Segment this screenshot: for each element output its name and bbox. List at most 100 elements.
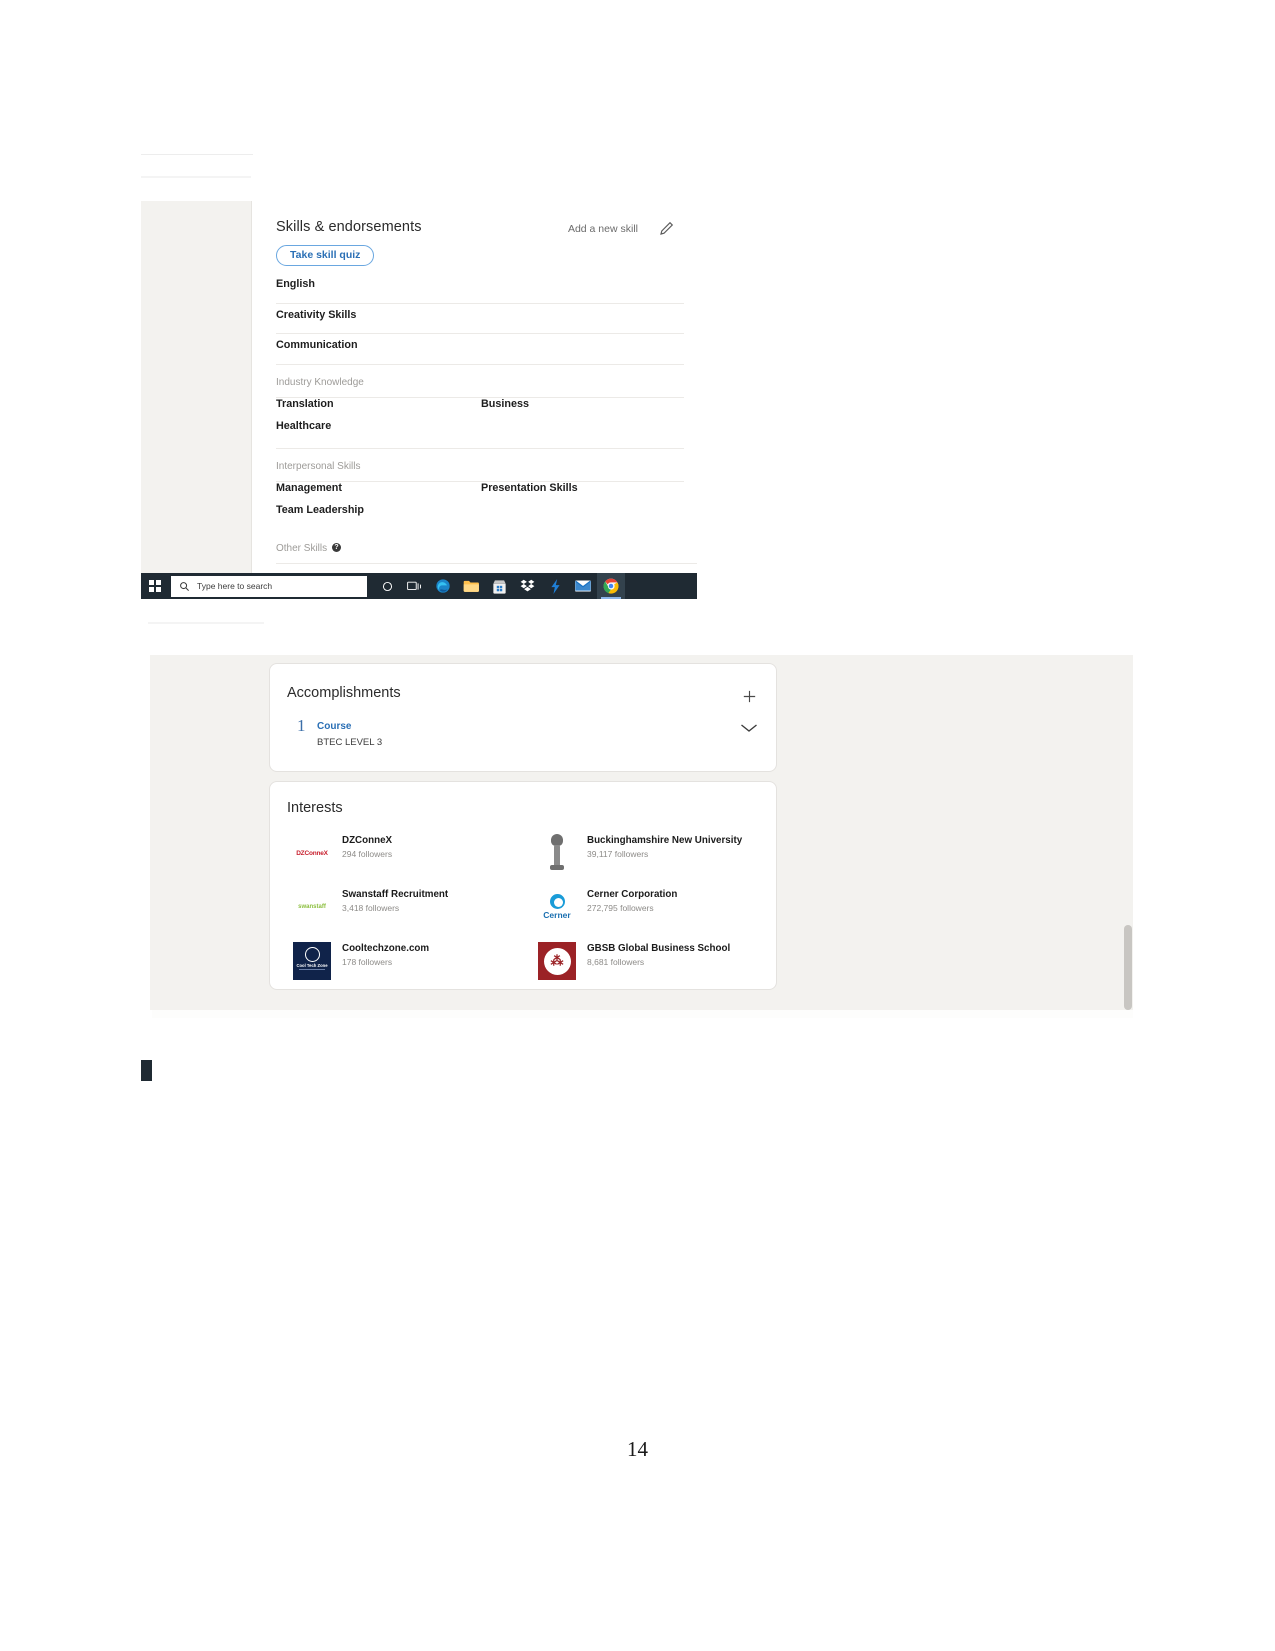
- dropbox-icon[interactable]: [513, 573, 541, 599]
- skill-group-industry-knowledge: Translation Healthcare Business: [276, 398, 684, 449]
- skill-name[interactable]: Translation: [276, 398, 334, 420]
- google-chrome-icon[interactable]: [597, 573, 625, 599]
- microsoft-edge-icon[interactable]: [429, 573, 457, 599]
- skill-group-header-industry-knowledge: Industry Knowledge: [276, 365, 684, 398]
- interest-name: DZConneX: [342, 835, 393, 846]
- interest-item[interactable]: DZConneX DZConneX 294 followers: [280, 826, 525, 880]
- gbsb-glyph: ⁂: [538, 942, 576, 980]
- accomplishments-card: Accomplishments 1 Course BTEC LEVEL 3: [269, 663, 777, 772]
- torch-glyph: [544, 834, 570, 872]
- interest-followers: 178 followers: [342, 957, 393, 967]
- accomplishment-detail: BTEC LEVEL 3: [317, 737, 383, 748]
- windows-start-icon[interactable]: [141, 573, 169, 599]
- cooltechzone-logo-text: Cool Tech Zone: [296, 962, 328, 968]
- pencil-icon[interactable]: [658, 219, 676, 237]
- file-explorer-icon[interactable]: [457, 573, 485, 599]
- task-view-icon[interactable]: [401, 573, 429, 599]
- question-mark-icon[interactable]: ?: [332, 542, 341, 552]
- skills-endorsements-screenshot: Skills & endorsements Add a new skill Ta…: [141, 201, 697, 573]
- vertical-scrollbar-thumb[interactable]: [1124, 925, 1132, 1010]
- skill-group-label: Interpersonal Skills: [276, 460, 361, 472]
- torch-logo-icon: [537, 833, 577, 873]
- search-icon: [179, 581, 190, 592]
- interest-text: Swanstaff Recruitment 3,418 followers: [342, 889, 448, 913]
- interest-item[interactable]: swanstaff Swanstaff Recruitment 3,418 fo…: [280, 880, 525, 934]
- taskbar-icon-strip: [373, 573, 625, 599]
- windows-taskbar: Type here to search: [141, 573, 697, 599]
- left-gutter: [141, 655, 150, 1010]
- interest-text: Cerner Corporation 272,795 followers: [587, 889, 677, 913]
- windows-logo-glyph: [149, 580, 161, 592]
- add-new-skill-button[interactable]: Add a new skill: [568, 223, 638, 235]
- interest-name: Swanstaff Recruitment: [342, 889, 449, 900]
- interests-title: Interests: [287, 800, 343, 816]
- swanstaff-logo-icon: swanstaff: [292, 887, 332, 927]
- skill-name[interactable]: Team Leadership: [276, 504, 364, 526]
- cortana-icon[interactable]: [373, 573, 401, 599]
- divider: [276, 562, 697, 564]
- interest-item[interactable]: Cerner Cerner Corporation 272,795 follow…: [525, 880, 770, 934]
- interest-item[interactable]: ⁂ GBSB Global Business School 8,681 foll…: [525, 934, 770, 988]
- interest-name: Cerner Corporation: [587, 889, 678, 900]
- skill-column-a: Management Team Leadership: [276, 482, 364, 526]
- skill-column-b: Business: [481, 398, 529, 420]
- skill-row[interactable]: Communication: [276, 334, 684, 365]
- gbsb-logo-icon: ⁂: [537, 941, 577, 981]
- interest-text: Buckinghamshire New University 39,117 fo…: [587, 835, 742, 859]
- chevron-down-icon[interactable]: [740, 722, 758, 734]
- dzconnex-logo-icon: DZConneX: [292, 833, 332, 873]
- lightning-icon[interactable]: [541, 573, 569, 599]
- skill-column-a: Translation Healthcare: [276, 398, 334, 442]
- document-rule: [148, 622, 264, 624]
- skills-endorsements-card: Skills & endorsements Add a new skill Ta…: [251, 201, 697, 573]
- interest-item[interactable]: Buckinghamshire New University 39,117 fo…: [525, 826, 770, 880]
- cooltechzone-glyph: Cool Tech Zone: [293, 942, 331, 980]
- skill-name[interactable]: Presentation Skills: [481, 482, 578, 504]
- skill-group-header-interpersonal-skills: Interpersonal Skills: [276, 449, 684, 482]
- skill-row[interactable]: English: [276, 273, 684, 304]
- cerner-logo-text: Cerner: [543, 910, 571, 920]
- skill-name: English: [276, 278, 315, 290]
- document-page: Skills & endorsements Add a new skill Ta…: [0, 0, 1275, 1651]
- cooltechzone-logo-icon: Cool Tech Zone: [292, 941, 332, 981]
- page-title: Skills & endorsements: [276, 219, 422, 235]
- take-skill-quiz-button[interactable]: Take skill quiz: [276, 245, 375, 266]
- right-pane: [917, 655, 1133, 1010]
- skill-name[interactable]: Management: [276, 482, 364, 504]
- accomplishment-count: 1: [297, 716, 306, 735]
- skill-group-label: Industry Knowledge: [276, 376, 364, 388]
- document-rule: [141, 176, 251, 178]
- interest-followers: 294 followers: [342, 849, 393, 859]
- interests-card: Interests DZConneX DZConneX 294 follower…: [269, 781, 777, 990]
- microsoft-store-icon[interactable]: [485, 573, 513, 599]
- interest-name: Buckinghamshire New University: [587, 835, 743, 846]
- plus-icon[interactable]: [741, 688, 758, 705]
- skills-header: Skills & endorsements Add a new skill: [252, 201, 697, 241]
- accomplishments-interests-screenshot: Accomplishments 1 Course BTEC LEVEL 3 In…: [141, 655, 1133, 1010]
- accomplishment-kind[interactable]: Course: [317, 721, 351, 732]
- interest-followers: 39,117 followers: [587, 849, 649, 859]
- skill-name: Communication: [276, 339, 358, 351]
- swanstaff-logo-text: swanstaff: [298, 904, 326, 910]
- skill-group-header-other-skills: Other Skills ?: [276, 532, 697, 564]
- skill-name[interactable]: Healthcare: [276, 420, 334, 442]
- cerner-glyph: Cerner: [537, 889, 577, 925]
- search-placeholder-text: Type here to search: [197, 581, 273, 591]
- mail-icon[interactable]: [569, 573, 597, 599]
- interest-text: Cooltechzone.com 178 followers: [342, 943, 429, 967]
- search-input[interactable]: Type here to search: [171, 575, 367, 597]
- interest-text: DZConneX 294 followers: [342, 835, 392, 859]
- skill-column-b: Presentation Skills: [481, 482, 578, 504]
- window-bottom-strip: [141, 1010, 1133, 1018]
- skill-name[interactable]: Business: [481, 398, 529, 420]
- page-number: 14: [627, 1437, 648, 1461]
- cerner-logo-icon: Cerner: [537, 887, 577, 927]
- interest-followers: 272,795 followers: [587, 903, 654, 913]
- cooltechzone-logo-subtext: [312, 972, 313, 976]
- interest-followers: 8,681 followers: [587, 957, 645, 967]
- gbsb-mark: ⁂: [543, 947, 571, 975]
- interest-item[interactable]: Cool Tech Zone Cooltechzone.com 178 foll…: [280, 934, 525, 988]
- skill-row[interactable]: Creativity Skills: [276, 304, 684, 334]
- document-rule: [141, 154, 253, 155]
- dzconnex-logo-text: DZConneX: [292, 846, 332, 860]
